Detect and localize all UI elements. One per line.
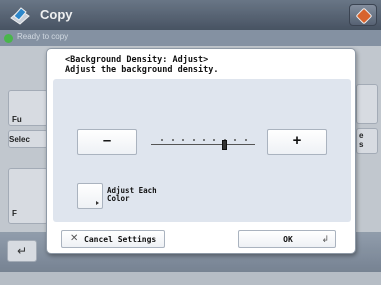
slider-track <box>151 144 255 145</box>
density-slider[interactable] <box>151 139 255 153</box>
ok-button[interactable]: OK ↲ <box>238 230 336 248</box>
slider-tick <box>172 139 174 141</box>
slider-tick <box>234 139 236 141</box>
dialog-title: <Background Density: Adjust> Adjust the … <box>65 55 219 75</box>
slider-handle[interactable] <box>222 140 227 150</box>
slider-tick <box>213 139 215 141</box>
adjust-each-color-label: Adjust Each Color <box>107 187 157 203</box>
slider-tick <box>161 139 163 141</box>
chevron-right-icon <box>96 201 99 205</box>
adjust-panel: – + Adjust Each Color <box>53 79 351 222</box>
decrease-density-button[interactable]: – <box>77 129 137 155</box>
slider-tick <box>245 139 247 141</box>
cancel-settings-label: Cancel Settings <box>84 235 157 244</box>
increase-density-button[interactable]: + <box>267 129 327 155</box>
cancel-settings-button[interactable]: ✕ Cancel Settings <box>61 230 165 248</box>
slider-tick <box>182 139 184 141</box>
enter-icon: ↲ <box>321 234 329 244</box>
slider-tick <box>193 139 195 141</box>
background-density-dialog: <Background Density: Adjust> Adjust the … <box>46 48 356 254</box>
adjust-each-color-button[interactable] <box>77 183 103 209</box>
dialog-subtitle-line: Adjust the background density. <box>65 65 219 75</box>
slider-tick <box>203 139 205 141</box>
dialog-title-line: <Background Density: Adjust> <box>65 55 209 65</box>
close-icon: ✕ <box>70 233 79 244</box>
adjust-each-color-label-line: Color <box>107 194 130 203</box>
